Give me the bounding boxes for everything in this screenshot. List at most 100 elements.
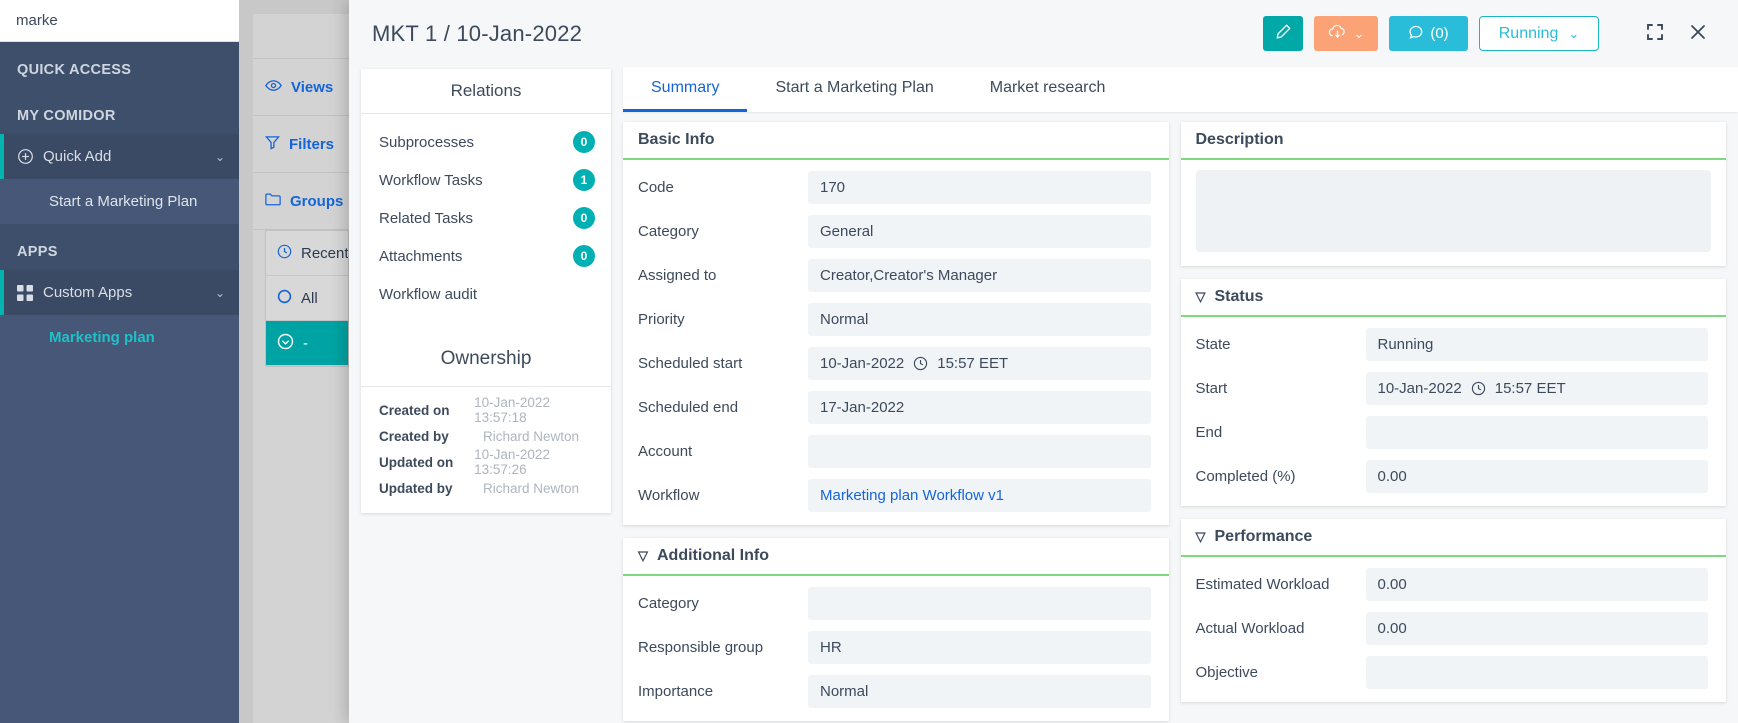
sidebar-item-custom-apps[interactable]: Custom Apps ⌄ (0, 270, 239, 315)
basic-info-section: Basic Info Code 170 Category General (623, 122, 1169, 525)
field-value[interactable]: General (808, 215, 1151, 248)
field-label: Category (638, 223, 798, 240)
export-button[interactable]: ⌄ (1314, 16, 1378, 51)
field-label: Start (1196, 380, 1356, 397)
field-value[interactable] (808, 435, 1151, 468)
comments-button[interactable]: (0) (1389, 16, 1468, 51)
relations-item-related-tasks[interactable]: Related Tasks 0 (361, 199, 611, 237)
collapse-triangle-icon: ▽ (1196, 529, 1206, 545)
section-title: Performance (1215, 528, 1313, 546)
field-completed-percent: Completed (%) 0.00 (1181, 454, 1727, 498)
content-columns: Basic Info Code 170 Category General (623, 112, 1738, 723)
field-value[interactable]: 0.00 (1366, 460, 1709, 493)
comments-count: (0) (1430, 25, 1448, 42)
group-item-selected[interactable]: - (266, 321, 348, 366)
ownership-row: Updated on 10-Jan-2022 13:57:26 (361, 449, 611, 475)
sidebar-item-start-a-marketing-plan[interactable]: Start a Marketing Plan (0, 179, 239, 224)
field-value[interactable]: Normal (808, 675, 1151, 708)
field-label: Actual Workload (1196, 620, 1356, 637)
field-label: Completed (%) (1196, 468, 1356, 485)
basic-info-fields: Code 170 Category General Assigned to Cr… (623, 160, 1169, 525)
relations-item-label: Attachments (379, 248, 573, 265)
left-content-column: Basic Info Code 170 Category General (623, 122, 1169, 723)
ownership-row: Updated by Richard Newton (361, 475, 611, 501)
state-dropdown-label: Running (1499, 25, 1559, 43)
additional-info-header[interactable]: ▽ Additional Info (623, 538, 1169, 576)
field-label: State (1196, 336, 1356, 353)
relations-card: Relations Subprocesses 0 Workflow Tasks … (361, 69, 611, 513)
tab-summary[interactable]: Summary (623, 67, 747, 112)
field-priority: Priority Normal (623, 297, 1169, 341)
field-value[interactable] (1366, 656, 1709, 689)
state-dropdown[interactable]: Running ⌄ (1479, 16, 1599, 51)
relations-item-workflow-tasks[interactable]: Workflow Tasks 1 (361, 161, 611, 199)
field-value[interactable]: Normal (808, 303, 1151, 336)
edit-button[interactable] (1263, 16, 1303, 51)
status-header[interactable]: ▽ Status (1181, 279, 1727, 317)
filters-button[interactable]: Filters (253, 116, 349, 173)
section-title: Additional Info (657, 547, 769, 565)
description-textarea[interactable] (1196, 170, 1712, 252)
tab-start-a-marketing-plan[interactable]: Start a Marketing Plan (747, 67, 961, 112)
group-item-recent[interactable]: Recent (266, 231, 348, 276)
sidebar-item-quick-add[interactable]: Quick Add ⌄ (0, 134, 239, 179)
ownership-row: Created on 10-Jan-2022 13:57:18 (361, 397, 611, 423)
ownership-title: Ownership (361, 331, 611, 387)
active-accent-bar (0, 270, 4, 315)
modal-header: MKT 1 / 10-Jan-2022 (349, 0, 1738, 67)
groups-button[interactable]: Groups (253, 173, 349, 230)
group-item-all[interactable]: All (266, 276, 348, 321)
active-accent-bar (0, 134, 4, 179)
groups-label: Groups (290, 193, 343, 210)
tab-bar: Summary Start a Marketing Plan Market re… (623, 67, 1738, 112)
sidebar-search[interactable] (0, 0, 239, 42)
ownership-key: Updated on (379, 455, 474, 470)
left-sidebar: QUICK ACCESS MY COMIDOR Quick Add ⌄ Star… (0, 0, 239, 723)
relations-item-label: Related Tasks (379, 210, 573, 227)
fullscreen-button[interactable] (1639, 18, 1671, 50)
group-item-label: All (301, 290, 318, 307)
field-workflow: Workflow Marketing plan Workflow v1 (623, 473, 1169, 517)
search-input[interactable] (16, 12, 223, 29)
field-value[interactable] (1366, 416, 1709, 449)
tab-market-research[interactable]: Market research (962, 67, 1134, 112)
field-value[interactable]: HR (808, 631, 1151, 664)
ownership-value: Richard Newton (483, 481, 579, 496)
ownership-key: Created on (379, 403, 474, 418)
field-label: End (1196, 424, 1356, 441)
relations-item-label: Subprocesses (379, 134, 573, 151)
close-button[interactable] (1682, 18, 1714, 50)
field-date: 10-Jan-2022 (820, 355, 904, 372)
field-importance: Importance Normal (623, 669, 1169, 713)
field-value[interactable]: 0.00 (1366, 612, 1709, 645)
field-value[interactable]: 170 (808, 171, 1151, 204)
sidebar-item-marketing-plan[interactable]: Marketing plan (0, 315, 239, 360)
field-value[interactable]: 0.00 (1366, 568, 1709, 601)
field-value[interactable]: 10-Jan-2022 15:57 EET (1366, 372, 1709, 405)
field-label: Importance (638, 683, 798, 700)
relations-item-subprocesses[interactable]: Subprocesses 0 (361, 123, 611, 161)
group-item-label: Recent (301, 245, 348, 262)
relations-list: Subprocesses 0 Workflow Tasks 1 Related … (361, 114, 611, 323)
field-value[interactable]: Creator,Creator's Manager (808, 259, 1151, 292)
field-value[interactable]: 10-Jan-2022 15:57 EET (808, 347, 1151, 380)
field-account: Account (623, 429, 1169, 473)
modal-body: Relations Subprocesses 0 Workflow Tasks … (349, 67, 1738, 723)
sidebar-section-quick-access: QUICK ACCESS (0, 42, 239, 88)
field-value[interactable] (808, 587, 1151, 620)
views-button[interactable]: Views (253, 59, 349, 116)
field-value[interactable]: Running (1366, 328, 1709, 361)
field-label: Account (638, 443, 798, 460)
field-value[interactable]: 17-Jan-2022 (808, 391, 1151, 424)
ownership-key: Created by (379, 429, 483, 444)
field-label: Priority (638, 311, 798, 328)
description-section: Description (1181, 122, 1727, 266)
field-objective: Objective (1181, 650, 1727, 694)
group-list: Recent All - (265, 230, 349, 367)
relations-item-attachments[interactable]: Attachments 0 (361, 237, 611, 275)
relations-item-workflow-audit[interactable]: Workflow audit (361, 275, 611, 313)
section-title: Description (1196, 131, 1284, 149)
field-assigned-to: Assigned to Creator,Creator's Manager (623, 253, 1169, 297)
field-value-link[interactable]: Marketing plan Workflow v1 (808, 479, 1151, 512)
performance-header[interactable]: ▽ Performance (1181, 519, 1727, 557)
